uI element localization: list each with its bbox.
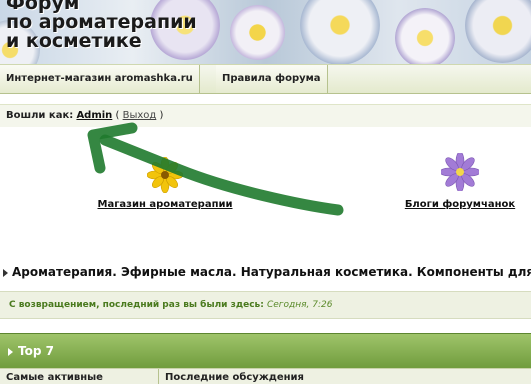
- link-shop-label[interactable]: Магазин ароматерапии: [80, 199, 250, 210]
- top7-columns: Самые активные Последние обсуждения: [0, 368, 531, 384]
- banner-flower: [465, 0, 531, 63]
- banner-flower: [395, 8, 455, 64]
- nav-item-rules[interactable]: Правила форума: [216, 65, 328, 93]
- col-most-active: Самые активные: [6, 372, 103, 383]
- forum-banner[interactable]: Форум по ароматерапии и косметике: [0, 0, 531, 64]
- link-shop[interactable]: Магазин ароматерапии: [80, 157, 250, 210]
- login-prefix: Вошли как:: [6, 110, 74, 121]
- banner-flower: [300, 0, 380, 64]
- last-visit-time: Сегодня, 7:26: [266, 300, 333, 310]
- col-latest-discussions: Последние обсуждения: [165, 372, 304, 383]
- quick-links: Магазин ароматерапии Блоги форумчанок: [0, 127, 531, 233]
- top7-title: Top 7: [18, 344, 54, 358]
- link-blogs-label[interactable]: Блоги форумчанок: [385, 199, 531, 210]
- link-blogs[interactable]: Блоги форумчанок: [385, 153, 531, 210]
- marquee-text: Ароматерапия. Эфирные масла. Натуральная…: [12, 265, 531, 279]
- triangle-right-icon: [8, 347, 13, 356]
- yellow-flower-icon: [147, 157, 183, 193]
- top7-header[interactable]: Top 7: [0, 333, 531, 369]
- welcome-text: С возвращением, последний раз вы были зд…: [9, 300, 264, 310]
- logout-link[interactable]: Выход: [123, 110, 157, 121]
- column-divider: [158, 369, 159, 384]
- login-bar: Вошли как: Admin ( Выход ): [0, 104, 531, 128]
- forum-title-line: и косметике: [6, 30, 142, 52]
- marquee-banner: Ароматерапия. Эфирные масла. Натуральная…: [0, 262, 531, 282]
- triangle-right-icon: [3, 268, 8, 277]
- username-link[interactable]: Admin: [76, 110, 112, 121]
- purple-flower-icon: [441, 153, 479, 191]
- paren-close: ): [159, 110, 164, 121]
- forum-title: Форум по ароматерапии и косметике: [6, 0, 197, 51]
- nav-item-shop[interactable]: Интернет-магазин aromashka.ru: [0, 65, 200, 93]
- welcome-bar: С возвращением, последний раз вы были зд…: [0, 291, 531, 319]
- paren-open: (: [115, 110, 120, 121]
- top-nav: Интернет-магазин aromashka.ru Правила фо…: [0, 64, 531, 94]
- banner-flower: [230, 5, 285, 60]
